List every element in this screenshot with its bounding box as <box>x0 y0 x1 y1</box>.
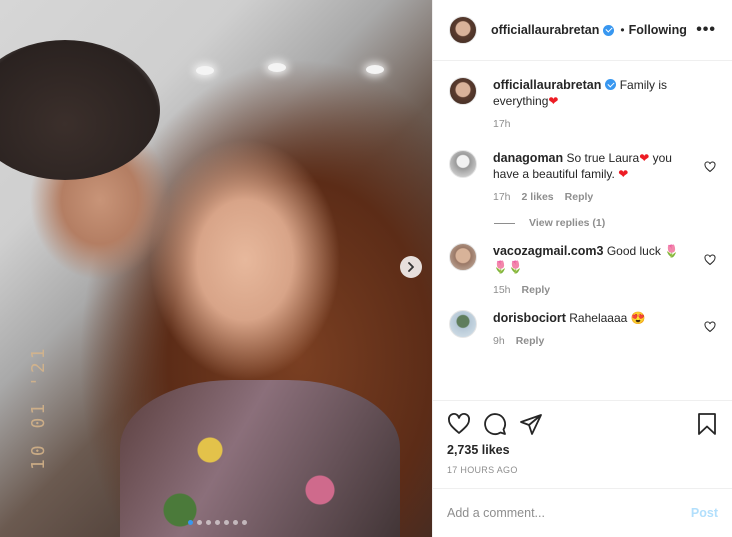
likes-count[interactable]: 2,735 likes <box>447 443 718 457</box>
instagram-post-modal: 10 01 '21 officiallaurabretan • Followin… <box>0 0 732 537</box>
heart-emoji: ❤ <box>639 151 650 165</box>
share-paper-plane-icon[interactable] <box>519 412 543 436</box>
carousel-dot <box>242 520 247 525</box>
like-heart-icon[interactable] <box>447 412 471 436</box>
comment-text: So true Laura <box>566 151 640 165</box>
caption-meta: 17h <box>493 118 696 130</box>
add-comment-bar: Post <box>433 488 732 537</box>
like-comment-heart-icon[interactable] <box>704 321 716 333</box>
comment-likes[interactable]: 2 likes <box>522 191 554 203</box>
photo-ceiling-light <box>268 63 286 72</box>
comment-item: danagoman So true Laura❤ you have a beau… <box>449 150 716 203</box>
post-timestamp[interactable]: 17 HOURS AGO <box>447 465 718 475</box>
view-replies-label: View replies (1) <box>529 217 606 229</box>
photo-detail-shirt <box>120 380 400 537</box>
heart-emoji: ❤ <box>618 167 629 181</box>
comment-body: vacozagmail.com3 Good luck 🌷 🌷🌷 15h Repl… <box>493 243 716 296</box>
commenter-avatar[interactable] <box>449 310 477 338</box>
heart-eyes-emoji: 😍 <box>630 311 646 325</box>
carousel-dot <box>197 520 202 525</box>
verified-badge-icon <box>605 79 617 90</box>
following-button[interactable]: Following <box>629 23 687 37</box>
bookmark-icon[interactable] <box>696 412 718 436</box>
comment-time[interactable]: 9h <box>493 335 505 347</box>
view-replies-button[interactable]: View replies (1) <box>494 217 716 229</box>
comment-username[interactable]: danagoman <box>493 151 563 165</box>
carousel-indicator <box>188 520 247 525</box>
commenter-avatar[interactable] <box>449 243 477 271</box>
post-header: officiallaurabretan • Following ••• <box>433 0 732 61</box>
author-info: officiallaurabretan • Following <box>491 23 687 37</box>
reply-button[interactable]: Reply <box>565 191 594 203</box>
verified-badge-icon <box>603 24 615 36</box>
comment-meta: 17h 2 likes Reply <box>493 191 696 203</box>
carousel-dot <box>206 520 211 525</box>
like-comment-heart-icon[interactable] <box>704 254 716 266</box>
comment-text-line: danagoman So true Laura❤ you have a beau… <box>493 150 696 182</box>
post-caption: officiallaurabretan Family is everything… <box>449 77 716 130</box>
caption-text-line: officiallaurabretan Family is everything… <box>493 77 696 109</box>
comment-meta: 9h Reply <box>493 335 696 347</box>
caption-avatar[interactable] <box>449 77 477 105</box>
commenter-avatar[interactable] <box>449 150 477 178</box>
carousel-dot <box>224 520 229 525</box>
heart-emoji: ❤ <box>548 94 559 108</box>
post-actions: 2,735 likes 17 HOURS AGO <box>433 400 732 488</box>
author-avatar[interactable] <box>449 16 477 44</box>
comment-body: dorisbociort Rahelaaaa 😍 9h Reply <box>493 310 716 347</box>
comment-text: Rahelaaaa <box>569 311 628 325</box>
post-photo[interactable]: 10 01 '21 <box>0 0 432 537</box>
photo-ceiling-light <box>196 66 214 75</box>
view-replies-line <box>494 222 515 224</box>
carousel-dot <box>188 520 193 525</box>
chevron-right-icon <box>408 262 414 272</box>
action-buttons-row <box>447 409 718 439</box>
more-options-icon[interactable]: ••• <box>696 21 716 39</box>
post-comment-button[interactable]: Post <box>691 506 718 520</box>
header-separator: • <box>620 23 625 37</box>
photo-date-stamp: 10 01 '21 <box>28 345 49 470</box>
post-side-panel: officiallaurabretan • Following ••• offi… <box>432 0 732 537</box>
comment-body: danagoman So true Laura❤ you have a beau… <box>493 150 716 203</box>
carousel-dot <box>215 520 220 525</box>
reply-button[interactable]: Reply <box>516 335 545 347</box>
comment-time[interactable]: 17h <box>493 191 511 203</box>
like-comment-heart-icon[interactable] <box>704 161 716 173</box>
caption-body: officiallaurabretan Family is everything… <box>493 77 716 130</box>
comment-time[interactable]: 15h <box>493 284 511 296</box>
add-comment-input[interactable] <box>447 506 691 520</box>
comment-text-line: dorisbociort Rahelaaaa 😍 <box>493 310 696 326</box>
comments-list: officiallaurabretan Family is everything… <box>433 61 732 400</box>
comment-bubble-icon[interactable] <box>483 412 507 436</box>
reply-button[interactable]: Reply <box>522 284 551 296</box>
carousel-dot <box>233 520 238 525</box>
comment-username[interactable]: vacozagmail.com3 <box>493 244 603 258</box>
author-username[interactable]: officiallaurabretan <box>491 23 599 37</box>
comment-username[interactable]: dorisbociort <box>493 311 566 325</box>
comment-item: vacozagmail.com3 Good luck 🌷 🌷🌷 15h Repl… <box>449 243 716 296</box>
comment-item: dorisbociort Rahelaaaa 😍 9h Reply <box>449 310 716 347</box>
photo-detail-hair <box>0 40 160 180</box>
comment-text: Good luck <box>606 244 661 258</box>
caption-username[interactable]: officiallaurabretan <box>493 78 601 92</box>
comment-text-line: vacozagmail.com3 Good luck 🌷 🌷🌷 <box>493 243 696 275</box>
photo-ceiling-light <box>366 65 384 74</box>
caption-time[interactable]: 17h <box>493 118 511 130</box>
comment-meta: 15h Reply <box>493 284 696 296</box>
carousel-next-button[interactable] <box>400 256 422 278</box>
